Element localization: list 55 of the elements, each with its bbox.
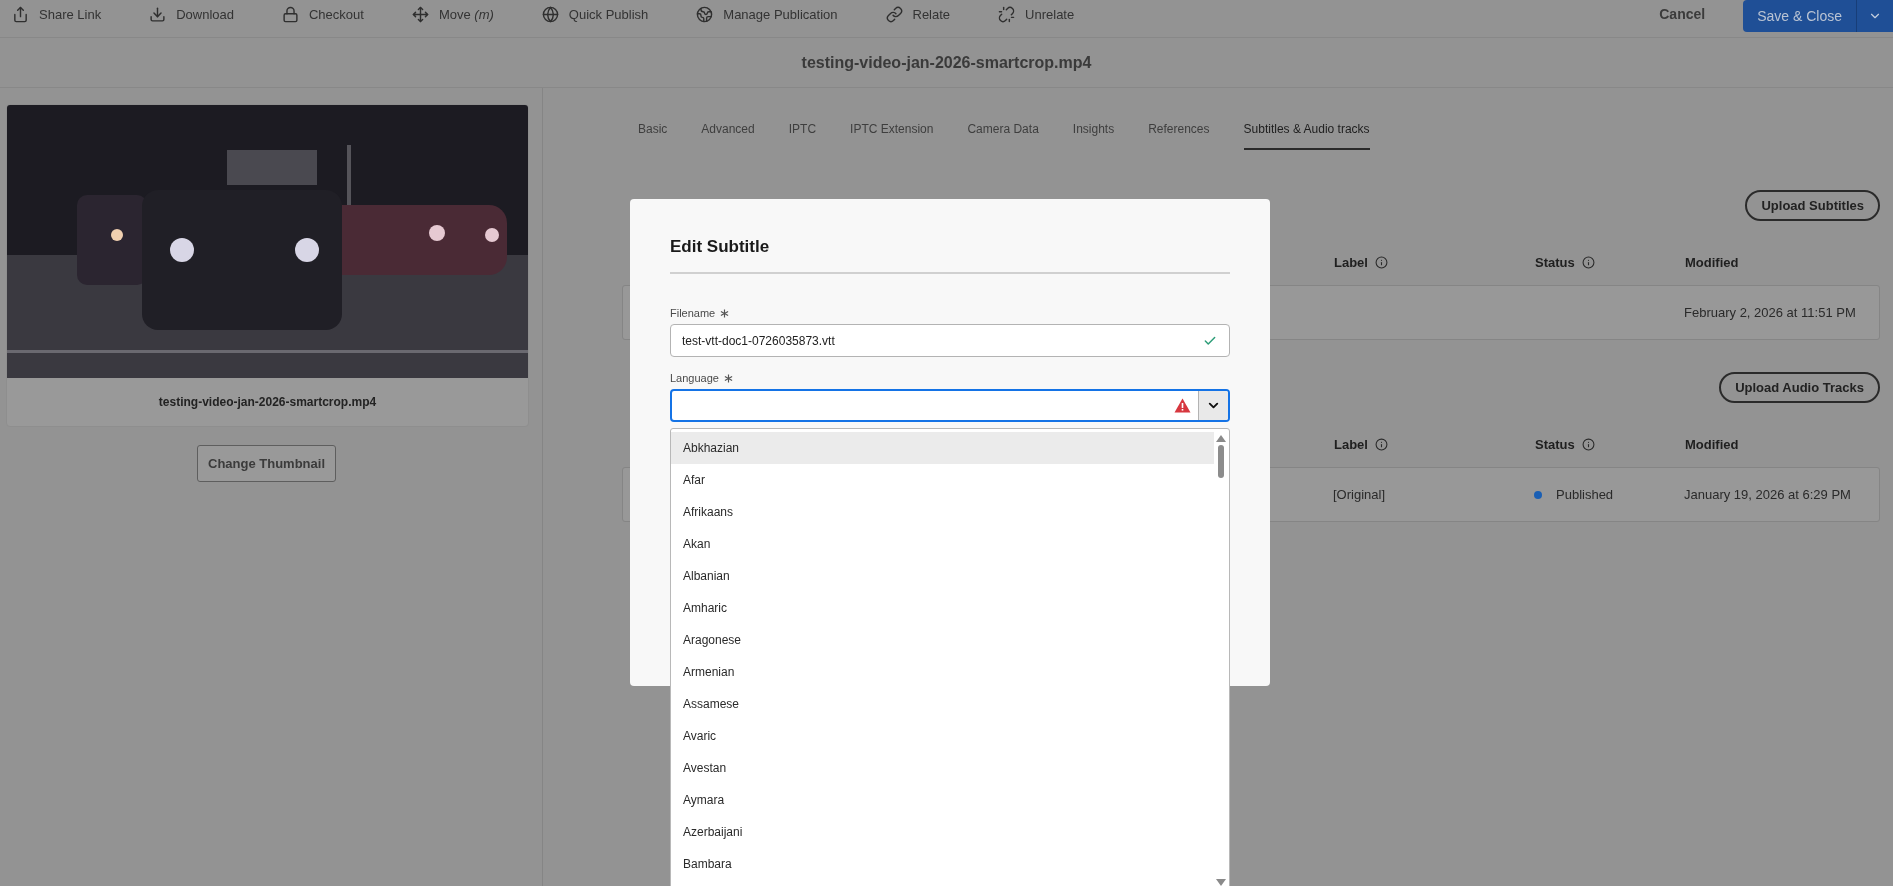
column-header: Label: [1334, 436, 1368, 452]
link-icon: [885, 5, 903, 23]
tab[interactable]: Subtitles & Audio tracks: [1243, 122, 1370, 150]
tab[interactable]: Advanced: [701, 122, 755, 150]
toolbar-button[interactable]: Unrelate: [994, 0, 1079, 28]
move-icon: [411, 5, 429, 23]
field-label: Filename: [670, 307, 716, 319]
tab[interactable]: Insights: [1072, 122, 1115, 150]
language-option[interactable]: Abkhazian: [671, 432, 1214, 464]
scrollbar[interactable]: [1214, 433, 1228, 886]
asset-title: testing-video-jan-2026-smartcrop.mp4: [801, 53, 1092, 72]
field-label: Language: [670, 372, 719, 384]
info-icon[interactable]: [1374, 255, 1388, 269]
dropdown-button[interactable]: [1198, 391, 1228, 420]
modified-cell: February 2, 2026 at 11:51 PM: [1684, 305, 1856, 320]
save-button[interactable]: Save & Close: [1743, 0, 1857, 32]
upload-button[interactable]: Upload Subtitles: [1745, 189, 1880, 221]
tab[interactable]: IPTC: [788, 122, 817, 150]
label-cell: [Original]: [1333, 487, 1386, 502]
asset-caption: testing-video-jan-2026-smartcrop.mp4: [157, 394, 378, 411]
language-select[interactable]: [670, 389, 1230, 422]
status-cell: Published: [1556, 487, 1614, 502]
download-icon: [149, 5, 167, 23]
info-icon[interactable]: [1581, 437, 1595, 451]
column-header: Status: [1535, 436, 1575, 452]
lock-icon: [282, 5, 299, 23]
tab[interactable]: IPTC Extension: [850, 122, 934, 150]
toolbar-button[interactable]: Checkout: [278, 0, 368, 28]
toolbar-button[interactable]: Download: [145, 0, 238, 28]
cancel-button[interactable]: Cancel: [1651, 0, 1714, 28]
required-icon: [723, 373, 733, 383]
info-icon[interactable]: [1374, 437, 1388, 451]
globe-icon: [541, 5, 559, 23]
toolbar-button[interactable]: Manage Publication: [692, 0, 842, 28]
info-icon[interactable]: [1581, 255, 1595, 269]
share-icon: [12, 5, 29, 23]
change-thumbnail-button[interactable]: Change Thumbnail: [197, 445, 336, 482]
column-header: Status: [1535, 254, 1575, 270]
toolbar-button[interactable]: Quick Publish: [537, 0, 653, 28]
toolbar-button[interactable]: Relate: [881, 0, 955, 28]
toolbar-button[interactable]: Move (m): [407, 0, 498, 28]
upload-button[interactable]: Upload Audio Tracks: [1719, 371, 1880, 403]
column-header: Modified: [1685, 436, 1739, 452]
column-header: Label: [1334, 254, 1368, 270]
required-icon: [720, 308, 730, 318]
dialog-title: Edit Subtitle: [670, 237, 1230, 274]
toolbar-button[interactable]: Share Link: [8, 0, 106, 28]
tab[interactable]: Camera Data: [967, 122, 1039, 150]
filename-field[interactable]: test-vtt-doc1-0726035873.vtt: [670, 324, 1230, 357]
tab[interactable]: Basic: [638, 122, 668, 150]
globe-icon: [696, 5, 714, 23]
modified-cell: January 19, 2026 at 6:29 PM: [1684, 487, 1851, 502]
tab[interactable]: References: [1148, 122, 1210, 150]
unlink-icon: [998, 5, 1016, 23]
column-header: Modified: [1685, 254, 1739, 270]
